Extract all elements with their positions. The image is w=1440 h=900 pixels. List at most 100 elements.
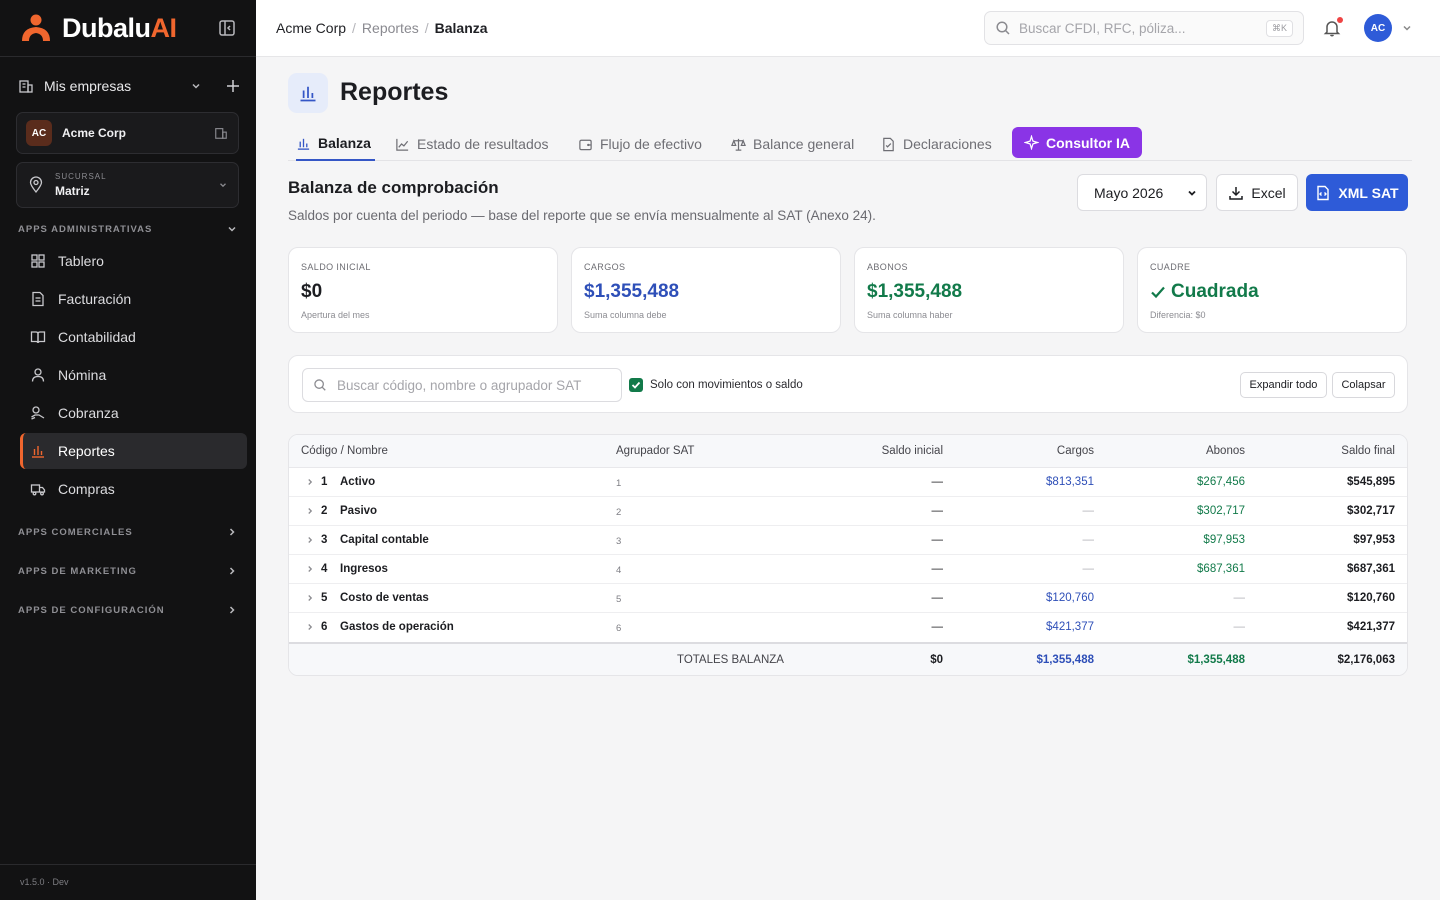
chevron-down-icon	[220, 183, 226, 188]
chart-icon	[32, 446, 44, 458]
company-selector[interactable]: AC Acme Corp	[16, 112, 239, 154]
collapse-sidebar-icon[interactable]	[217, 18, 237, 38]
export-excel-button[interactable]: Excel	[1216, 174, 1298, 211]
account-agrupador: 6	[616, 623, 622, 634]
chevron-right-icon[interactable]	[305, 535, 315, 545]
mis-empresas-row[interactable]: Mis empresas	[18, 72, 240, 100]
table-row[interactable]: 5 Costo de ventas 5 — $120,760 — $120,76…	[289, 584, 1407, 613]
chevron-down-icon[interactable]	[190, 80, 202, 92]
checkbox-checked-icon[interactable]	[629, 378, 643, 392]
tab-balance-general[interactable]: Balance general	[731, 127, 854, 161]
sidebar-item-label: Nómina	[58, 367, 107, 383]
kpi-value-row: Cuadrada	[1150, 281, 1394, 303]
breadcrumb-reportes[interactable]: Reportes	[362, 20, 419, 36]
sparkle-icon	[1024, 135, 1039, 150]
brand-logo[interactable]: DubaluAI	[18, 10, 177, 46]
sidebar-item-reportes[interactable]: Reportes	[20, 433, 247, 469]
table-row[interactable]: 6 Gastos de operación 6 — $421,377 — $42…	[289, 613, 1407, 642]
dubalu-logo-icon	[22, 14, 50, 41]
kpi-label: SALDO INICIAL	[301, 262, 371, 272]
kpi-abonos: ABONOS $1,355,488 Suma columna haber	[854, 247, 1124, 333]
sidebar-item-nomina[interactable]: Nómina	[20, 357, 247, 393]
table-row[interactable]: 2 Pasivo 2 — — $302,717 $302,717	[289, 497, 1407, 526]
section-apps-administrativas[interactable]: APPS ADMINISTRATIVAS	[18, 221, 238, 237]
tab-consultor-ia[interactable]: Consultor IA	[1012, 127, 1142, 158]
cargos-cell: —	[1082, 505, 1095, 517]
balanza-table: Código / Nombre Agrupador SAT Saldo inic…	[288, 434, 1408, 676]
saldo-inicial-cell: —	[931, 563, 944, 575]
sidebar-item-facturacion[interactable]: Facturación	[20, 281, 247, 317]
chevron-right-icon	[229, 567, 235, 575]
sidebar-item-tablero[interactable]: Tablero	[20, 243, 247, 279]
account-search-input[interactable]: Buscar código, nombre o agrupador SAT	[302, 368, 622, 402]
period-value: Mayo 2026	[1094, 184, 1164, 201]
period-select[interactable]: Mayo 2026	[1077, 174, 1207, 211]
tab-estado-resultados[interactable]: Estado de resultados	[395, 127, 549, 161]
table-row[interactable]: 1 Activo 1 — $813,351 $267,456 $545,895	[289, 468, 1407, 497]
chevron-right-icon[interactable]	[305, 477, 315, 487]
col-header-cargos[interactable]: Cargos	[1057, 445, 1094, 457]
sidebar-item-contabilidad[interactable]: Contabilidad	[20, 319, 247, 355]
account-code: 6	[321, 621, 328, 633]
expand-all-button[interactable]: Expandir todo	[1240, 372, 1327, 398]
truck-icon	[30, 484, 46, 496]
app-version: v1.5.0 · Dev	[20, 877, 69, 887]
col-header-agrupador[interactable]: Agrupador SAT	[616, 445, 694, 457]
global-search-input[interactable]: Buscar CFDI, RFC, póliza... ⌘K	[984, 11, 1304, 45]
brand-name: DubaluAI	[62, 13, 177, 44]
add-company-icon[interactable]	[226, 79, 240, 93]
table-row[interactable]: 4 Ingresos 4 — — $687,361 $687,361	[289, 555, 1407, 584]
account-agrupador: 4	[616, 565, 622, 576]
export-xml-sat-button[interactable]: XML SAT	[1306, 174, 1408, 211]
page-title: Reportes	[340, 78, 449, 106]
chevron-right-icon[interactable]	[305, 506, 315, 516]
totals-cargos: $1,355,488	[1036, 654, 1094, 666]
table-totals-row: TOTALES BALANZA $0 $1,355,488 $1,355,488…	[289, 642, 1407, 675]
section-apps-comerciales[interactable]: APPS COMERCIALES	[18, 524, 238, 540]
saldo-inicial-cell: —	[931, 621, 944, 633]
chevron-down-icon[interactable]	[1401, 22, 1413, 34]
breadcrumb-company[interactable]: Acme Corp	[276, 20, 346, 36]
kpi-value: $1,355,488	[584, 281, 680, 302]
kpi-hint: Suma columna debe	[584, 310, 667, 320]
account-name: Activo	[340, 476, 376, 488]
section-apps-configuracion[interactable]: APPS DE CONFIGURACIÓN	[18, 602, 238, 618]
branch-selector[interactable]: SUCURSAL Matriz	[16, 162, 239, 208]
cargos-cell: $421,377	[1046, 621, 1094, 633]
account-code: 1	[321, 476, 328, 488]
collapse-button[interactable]: Colapsar	[1332, 372, 1395, 398]
saldo-inicial-cell: —	[931, 505, 944, 517]
sidebar-item-label: Tablero	[58, 253, 104, 269]
chevron-right-icon[interactable]	[305, 593, 315, 603]
col-header-abonos[interactable]: Abonos	[1206, 445, 1245, 457]
sidebar-item-compras[interactable]: Compras	[20, 471, 247, 507]
kpi-value: Cuadrada	[1171, 281, 1259, 302]
tab-label: Flujo de efectivo	[600, 136, 702, 152]
table-row[interactable]: 3 Capital contable 3 — — $97,953 $97,953	[289, 526, 1407, 555]
col-header-codigo[interactable]: Código / Nombre	[301, 445, 388, 457]
chevron-right-icon[interactable]	[305, 564, 315, 574]
movements-filter-checkbox[interactable]: Solo con movimientos o saldo	[629, 378, 803, 392]
section-apps-marketing[interactable]: APPS DE MARKETING	[18, 563, 238, 579]
chevron-right-icon[interactable]	[305, 622, 315, 632]
branch-value: Matriz	[55, 184, 90, 198]
checkbox-label: Solo con movimientos o saldo	[650, 379, 803, 391]
collect-icon	[31, 406, 45, 420]
kpi-saldo-inicial: SALDO INICIAL $0 Apertura del mes	[288, 247, 558, 333]
user-avatar[interactable]: AC	[1364, 14, 1392, 42]
saldo-final-cell: $687,361	[1347, 563, 1395, 575]
abonos-cell: —	[1233, 592, 1246, 604]
tab-balanza[interactable]: Balanza	[296, 127, 375, 161]
tab-declaraciones[interactable]: Declaraciones	[881, 127, 992, 161]
sidebar-item-label: Cobranza	[58, 405, 119, 421]
col-header-saldo-final[interactable]: Saldo final	[1341, 445, 1395, 457]
abonos-cell: $687,361	[1197, 563, 1245, 575]
section-label: APPS DE CONFIGURACIÓN	[18, 604, 165, 616]
saldo-final-cell: $302,717	[1347, 505, 1395, 517]
tab-flujo-efectivo[interactable]: Flujo de efectivo	[578, 127, 702, 161]
tab-label: Declaraciones	[903, 136, 992, 152]
kpi-hint: Suma columna haber	[867, 310, 953, 320]
sidebar-item-cobranza[interactable]: Cobranza	[20, 395, 247, 431]
col-header-saldo-inicial[interactable]: Saldo inicial	[882, 445, 943, 457]
abonos-cell: $302,717	[1197, 505, 1245, 517]
